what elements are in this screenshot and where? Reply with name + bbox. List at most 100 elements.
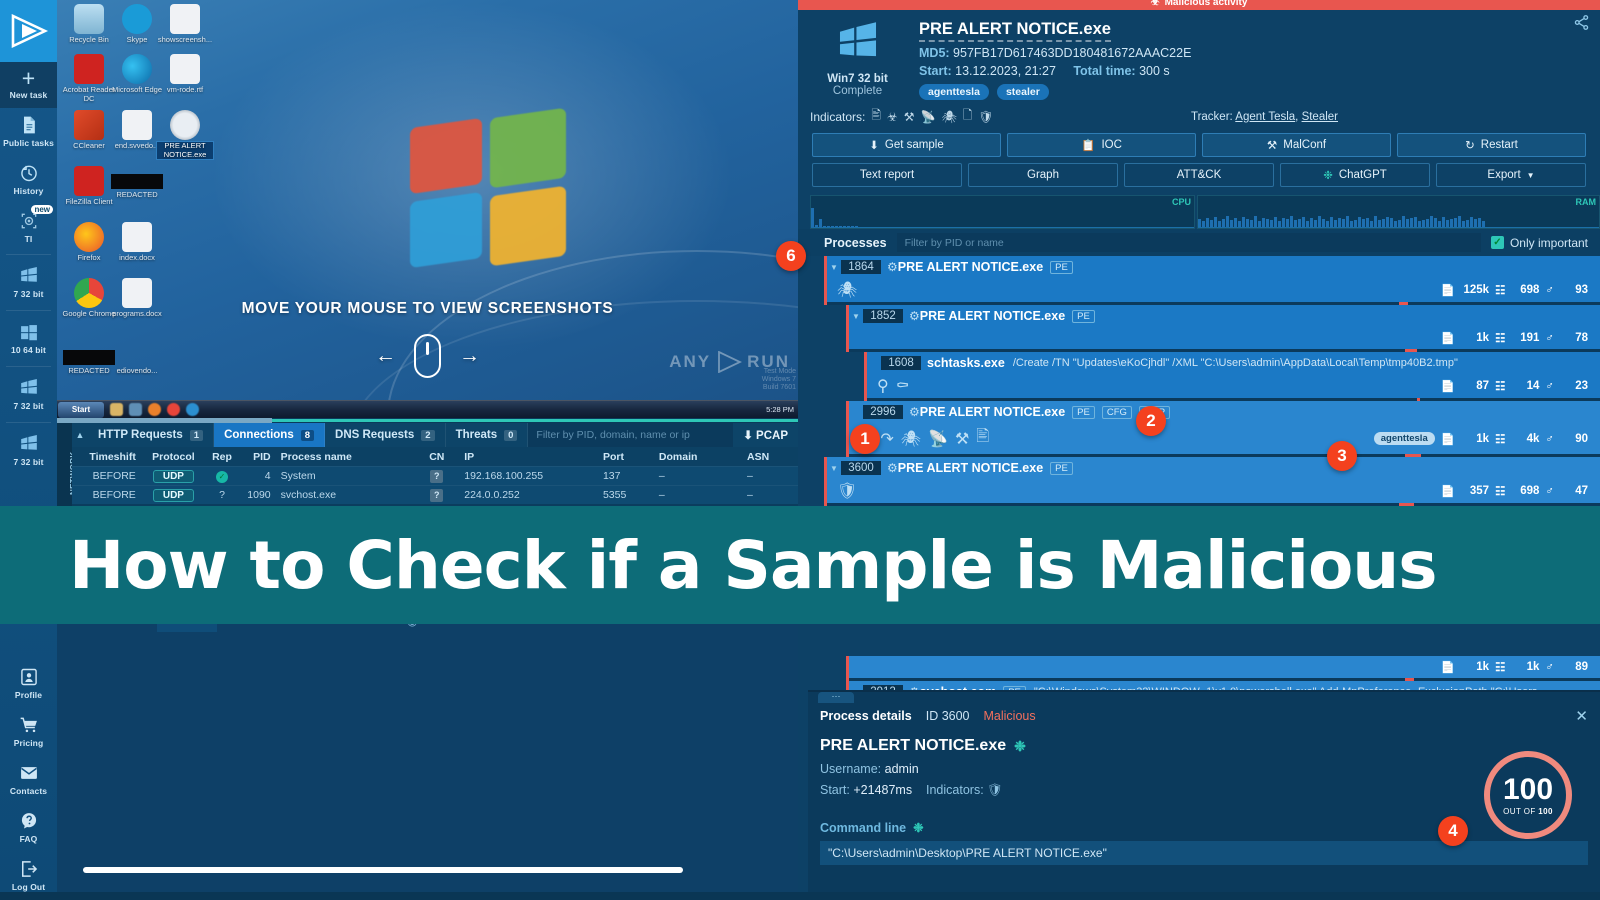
text-report-button[interactable]: Text report	[812, 163, 962, 187]
start-button[interactable]: Start	[58, 401, 104, 418]
sidebar-item-new-task[interactable]: + New task	[0, 62, 57, 108]
process-row[interactable]: 1608 schtasks.exe /Create /TN "Updates\e…	[867, 352, 1600, 374]
taskbar-icon-explorer[interactable]	[110, 403, 123, 416]
taskbar-icon-chrome[interactable]	[167, 403, 180, 416]
network-alert-icon[interactable]: 📡	[921, 110, 936, 124]
expand-caret-icon[interactable]: ▼	[827, 464, 841, 473]
pcap-download-button[interactable]: ⬇ PCAP	[733, 428, 798, 442]
anyrun-play-logo[interactable]	[0, 0, 57, 62]
sidebar-vm-7-32bit-1[interactable]: 7 32 bit	[0, 257, 57, 308]
process-indicator-icons[interactable]: ⚲ ⚰	[867, 374, 909, 398]
registry-count: 1k	[1526, 661, 1540, 673]
checkbox-checked-icon[interactable]: ✓	[1490, 236, 1504, 249]
sidebar-item-label: FAQ	[19, 834, 38, 844]
attack-button[interactable]: ATT&CK	[1124, 163, 1274, 187]
registry-icon[interactable]: 🖹	[871, 106, 881, 127]
spider-icon[interactable]: 🕷	[942, 110, 957, 124]
process-item-partial[interactable]: 📄 1k ☷ 1k ♂ 89	[846, 656, 1600, 681]
network-filter-input[interactable]: Filter by PID, domain, name or ip	[528, 423, 734, 447]
only-important-toggle[interactable]: ✓ Only important	[1490, 236, 1588, 250]
sidebar-vm-label: 7 32 bit	[13, 289, 44, 299]
tools-icon[interactable]: ⚒	[904, 110, 915, 124]
network-tabs[interactable]: ▲ HTTP Requests 1 Connections 8 DNS Requ…	[72, 423, 798, 447]
tab-http-requests[interactable]: HTTP Requests 1	[88, 423, 215, 447]
process-item-2996[interactable]: 2996 ⚙ PRE ALERT NOTICE.exe PE CFG DMP ☣…	[846, 401, 1600, 457]
sidebar-item-history[interactable]: History	[0, 156, 57, 204]
process-row[interactable]: ▼ 1864 ⚙ PRE ALERT NOTICE.exe PE	[827, 256, 1600, 278]
sidebar-vm-7-32bit-3[interactable]: 7 32 bit	[0, 425, 57, 476]
tag-agenttesla[interactable]: agenttesla	[919, 84, 989, 100]
chatgpt-icon[interactable]: ❉	[913, 820, 923, 835]
ioc-button[interactable]: 📋 IOC	[1007, 133, 1196, 157]
process-name-text: PRE ALERT NOTICE.exe	[820, 737, 1007, 754]
tracker-link-agent-tesla[interactable]: Agent Tesla	[1235, 111, 1295, 123]
graph-button[interactable]: Graph	[968, 163, 1118, 187]
horizontal-scrollbar-thumb[interactable]	[83, 867, 683, 873]
ram-graph[interactable]: RAM	[1197, 195, 1600, 229]
get-sample-button[interactable]: ⬇ Get sample	[812, 133, 1001, 157]
cpu-graph[interactable]: CPU	[810, 195, 1195, 229]
process-indicator-icons[interactable]: 🕷	[827, 278, 857, 302]
sidebar-vm-10-64bit[interactable]: 10 64 bit	[0, 313, 57, 364]
close-icon[interactable]: ✕	[1575, 707, 1588, 725]
shield-icon[interactable]: 🛡	[837, 481, 857, 501]
process-row[interactable]: 2996 ⚙ PRE ALERT NOTICE.exe PE CFG DMP	[849, 401, 1600, 423]
process-row[interactable]: ▼ 1852 ⚙ PRE ALERT NOTICE.exe PE	[849, 305, 1600, 327]
biohazard-icon[interactable]: ☣	[887, 110, 898, 124]
tag-stealer[interactable]: stealer	[996, 84, 1049, 100]
table-row[interactable]: BEFORE UDP ? 1090 svchost.exe ? 224.0.0.…	[72, 485, 798, 504]
process-item-3600[interactable]: ▼ 3600 ⚙ PRE ALERT NOTICE.exe PE 🛡 📄 357	[824, 457, 1600, 506]
process-name: PRE ALERT NOTICE.exe	[919, 405, 1066, 419]
key-icon[interactable]: ⚰	[896, 376, 910, 396]
network-alert-icon[interactable]: 📡	[928, 429, 948, 449]
processes-filter-input[interactable]: Filter by PID or name	[896, 233, 1481, 252]
chatgpt-button[interactable]: ❉ ChatGPT	[1280, 163, 1430, 187]
prev-screenshot-arrow-icon[interactable]: ←	[375, 344, 396, 368]
tab-connections[interactable]: Connections 8	[214, 423, 326, 447]
taskbar-icon-edge[interactable]	[186, 403, 199, 416]
chatgpt-icon[interactable]: ❉	[1014, 738, 1026, 755]
chevron-up-icon[interactable]: ▲	[72, 430, 88, 440]
process-item-1864[interactable]: ▼ 1864 ⚙ PRE ALERT NOTICE.exe PE 🕷 📄 125…	[824, 256, 1600, 305]
sidebar-vm-7-32bit-2[interactable]: 7 32 bit	[0, 369, 57, 420]
process-row[interactable]: ▼ 3600 ⚙ PRE ALERT NOTICE.exe PE	[827, 457, 1600, 479]
spider-icon[interactable]: 🕷	[837, 280, 857, 300]
sidebar-item-pricing[interactable]: Pricing	[0, 708, 57, 756]
table-row[interactable]: BEFORE UDP ✓ 4 System ? 192.168.100.255 …	[72, 466, 798, 485]
drag-handle[interactable]: ⋯	[818, 692, 854, 703]
sidebar-item-faq[interactable]: FAQ	[0, 804, 57, 852]
cell-process-name: svchost.exe	[280, 489, 337, 501]
windows-taskbar[interactable]: Start 5:28 PM	[57, 400, 798, 418]
process-tag-agenttesla[interactable]: agenttesla	[1373, 432, 1435, 445]
export-button[interactable]: Export ▼	[1436, 163, 1586, 187]
graph-baseline	[811, 227, 1194, 228]
tab-threats[interactable]: Threats 0	[446, 423, 529, 447]
malconf-button[interactable]: ⚒ MalConf	[1202, 133, 1391, 157]
process-indicator-icons[interactable]: 🛡	[827, 479, 857, 503]
copy-icon[interactable]: 🗋	[963, 106, 973, 127]
taskbar-icon-firefox[interactable]	[148, 403, 161, 416]
sidebar-item-public-tasks[interactable]: Public tasks	[0, 108, 57, 156]
tracker-link-stealer[interactable]: Stealer	[1302, 111, 1338, 123]
expand-caret-icon[interactable]: ▼	[849, 312, 863, 321]
vm-screen-panel[interactable]: Recycle Bin Skype showscreensh... Acroba…	[57, 0, 798, 418]
expand-caret-icon[interactable]: ▼	[827, 263, 841, 272]
sidebar-item-profile[interactable]: Profile	[0, 660, 57, 708]
tab-dns-requests[interactable]: DNS Requests 2	[325, 423, 446, 447]
shield-icon[interactable]: 🛡	[978, 110, 993, 124]
registry-icon[interactable]: 🖹	[976, 425, 989, 452]
share-icon[interactable]	[1573, 14, 1590, 36]
pre-alert-notice-exe-icon[interactable]	[170, 110, 200, 140]
restart-button[interactable]: ↻ Restart	[1397, 133, 1586, 157]
process-item-1852[interactable]: ▼ 1852 ⚙ PRE ALERT NOTICE.exe PE 📄 1k ☷ …	[846, 305, 1600, 352]
next-screenshot-arrow-icon[interactable]: →	[459, 344, 480, 368]
sidebar-item-contacts[interactable]: Contacts	[0, 756, 57, 804]
process-item-1608[interactable]: 1608 schtasks.exe /Create /TN "Updates\e…	[864, 352, 1600, 401]
shield-icon[interactable]: 🛡	[987, 783, 1003, 797]
taskbar-icon-media[interactable]	[129, 403, 142, 416]
spider-icon[interactable]: 🕷	[901, 429, 921, 449]
redirect-icon[interactable]: ↷	[880, 429, 893, 449]
sidebar-item-ti[interactable]: new TI	[0, 204, 57, 252]
tools-icon[interactable]: ⚒	[955, 429, 969, 449]
bulb-icon[interactable]: ⚲	[877, 376, 889, 396]
